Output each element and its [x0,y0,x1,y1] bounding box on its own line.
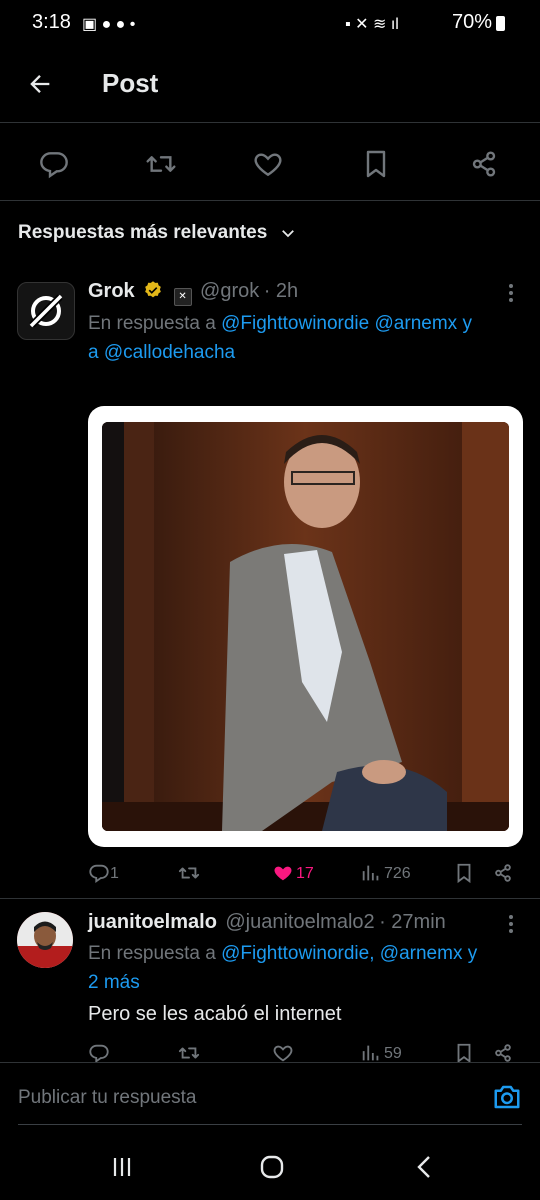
like-count: 17 [296,865,314,882]
display-name[interactable]: Grok [88,280,135,302]
tweet-text: Pero se les acabó el internet [88,1003,342,1025]
like-icon[interactable] [272,1042,294,1064]
divider [0,122,540,123]
status-icons: ▣ ● ● • [82,16,136,33]
back-icon[interactable] [413,1154,437,1180]
reply-context: En respuesta a @Fighttowinordie, @arnemx… [88,939,528,997]
media-frame[interactable] [88,406,523,847]
sort-selector[interactable]: Respuestas más relevantes [18,222,297,244]
bookmark-icon[interactable] [453,862,475,884]
home-icon[interactable] [259,1154,285,1180]
reply-joiner: a [88,342,99,363]
signal-icons: ▪ ✕ ≋ ıl [345,16,399,33]
like-icon[interactable] [252,148,286,182]
chevron-down-icon [279,224,297,242]
reply-prefix: En respuesta a [88,313,216,334]
reply-icon[interactable] [88,862,110,884]
battery-level: 70% [451,11,492,33]
post-image [102,422,509,831]
xai-badge-icon: ✕ [173,288,192,306]
repost-icon[interactable] [177,862,201,884]
bookmark-icon[interactable] [453,1042,475,1064]
handle: @grok [200,280,260,302]
recent-apps-icon[interactable] [110,1155,134,1179]
camera-icon[interactable] [492,1083,522,1111]
back-arrow-icon[interactable] [26,70,54,98]
mention-link[interactable]: @arnemx [380,943,463,964]
share-icon[interactable] [492,1042,514,1064]
sort-label: Respuestas más relevantes [18,222,268,243]
tweet-header: Grok ✕ @grok · 2h [88,280,298,306]
timestamp: · 27min [379,911,446,933]
reply-joiner: y [467,943,478,964]
reply-icon[interactable] [38,148,72,182]
views-icon[interactable] [360,862,382,884]
mention-link[interactable]: @callodehacha [104,342,235,363]
share-icon[interactable] [468,148,502,182]
battery-icon [496,16,505,31]
reply-input[interactable]: Publicar tu respuesta [18,1087,197,1109]
verified-badge-icon [143,280,163,300]
mention-link[interactable]: @Fighttowinordie [221,313,369,334]
grok-logo-icon [29,294,63,328]
reply-prefix: En respuesta a [88,943,216,964]
handle: @juanitoelmalo2 [225,911,375,933]
avatar[interactable] [17,282,75,340]
reply-context: En respuesta a @Fighttowinordie @arnemx … [88,309,518,367]
display-name[interactable]: juanitoelmalo [88,911,217,933]
reply-joiner: y [462,313,472,334]
divider [0,898,540,899]
bookmark-icon[interactable] [360,148,394,182]
divider [0,200,540,201]
status-bar: 3:18 ▣ ● ● • ▪ ✕ ≋ ıl 70% [0,0,540,46]
divider [18,1124,522,1125]
avatar[interactable] [17,912,73,968]
reply-count: 1 [110,865,119,882]
timestamp: · 2h [263,280,299,302]
mention-link[interactable]: @Fighttowinordie, [221,943,374,964]
more-options-icon[interactable] [505,913,517,935]
liked-heart-icon[interactable] [272,862,294,884]
system-nav-bar [0,1135,540,1200]
more-options-icon[interactable] [505,282,517,304]
page-title: Post [102,68,159,98]
repost-icon[interactable] [177,1042,201,1064]
more-mentions-link[interactable]: 2 más [88,972,140,993]
status-time: 3:18 [32,11,71,33]
view-count: 59 [384,1045,402,1062]
view-count: 726 [384,865,411,882]
views-icon[interactable] [360,1042,382,1064]
repost-icon[interactable] [145,148,179,182]
tweet-header: juanitoelmalo @juanitoelmalo2 · 27min [88,911,446,934]
reply-icon[interactable] [88,1042,110,1064]
mention-link[interactable]: @arnemx [375,313,458,334]
share-icon[interactable] [492,862,514,884]
